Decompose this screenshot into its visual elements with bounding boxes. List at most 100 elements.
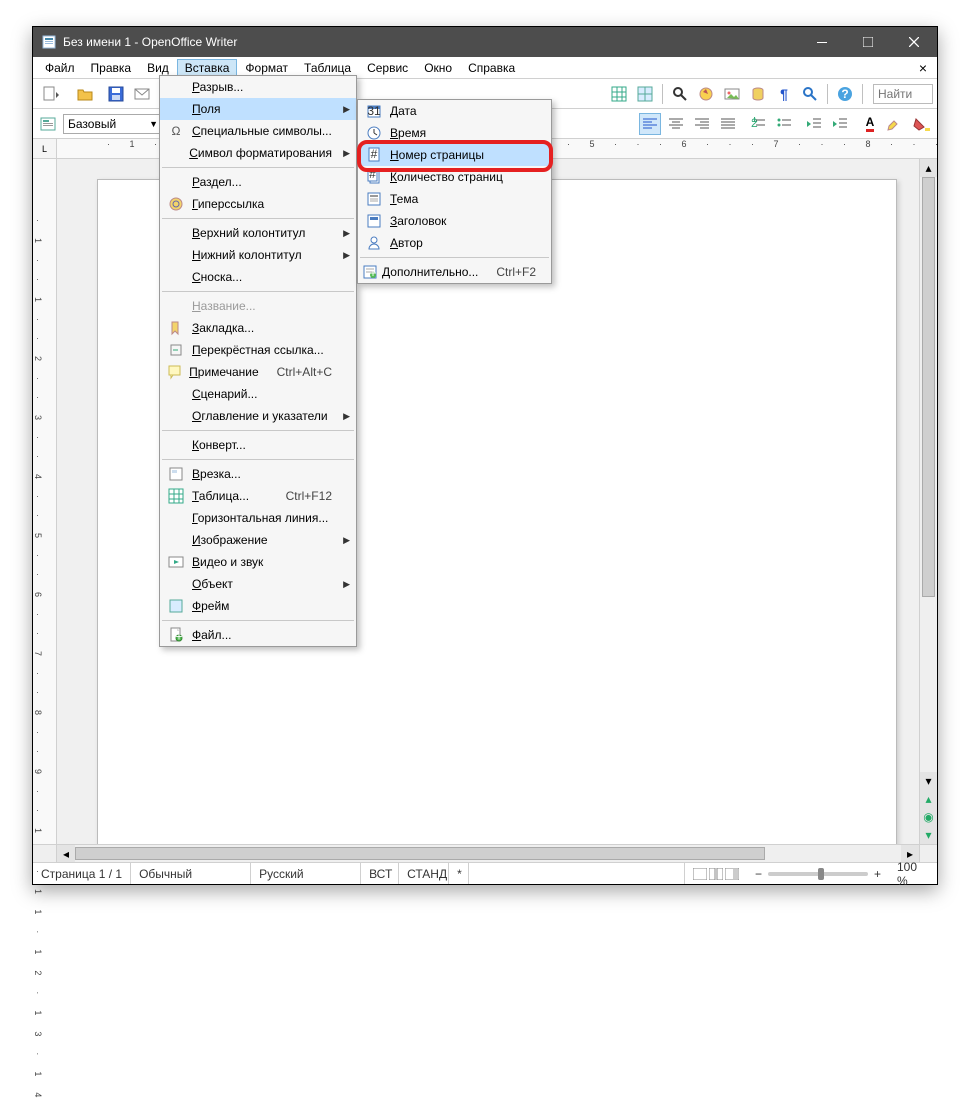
- menu-item-label: Дополнительно...: [378, 265, 478, 279]
- status-page[interactable]: Страница 1 / 1: [33, 863, 131, 884]
- align-left-button[interactable]: [639, 113, 661, 135]
- svg-text:+: +: [175, 630, 182, 644]
- email-button[interactable]: [131, 83, 153, 105]
- insert-item-23[interactable]: Горизонтальная линия...: [160, 507, 356, 529]
- insert-item-19[interactable]: Конверт...: [160, 434, 356, 456]
- insert-item-29[interactable]: +Файл...: [160, 624, 356, 646]
- align-justify-button[interactable]: [717, 113, 739, 135]
- insert-item-10[interactable]: Сноска...: [160, 266, 356, 288]
- grid-button[interactable]: [634, 83, 656, 105]
- insert-item-2[interactable]: ΩСпециальные символы...: [160, 120, 356, 142]
- insert-item-5[interactable]: Раздел...: [160, 171, 356, 193]
- next-page-button[interactable]: ▾: [920, 826, 937, 844]
- fields-item-2[interactable]: #Номер страницы: [358, 144, 551, 166]
- insert-menu-dropdown: Разрыв...Поля▶ΩСпециальные символы...Сим…: [159, 75, 357, 647]
- insert-item-8[interactable]: Верхний колонтитул▶: [160, 222, 356, 244]
- save-button[interactable]: [105, 83, 127, 105]
- status-zoom-slider[interactable]: −+: [747, 863, 889, 884]
- menu-tools[interactable]: Сервис: [359, 59, 416, 77]
- insert-item-14[interactable]: Перекрёстная ссылка...: [160, 339, 356, 361]
- insert-item-0[interactable]: Разрыв...: [160, 76, 356, 98]
- datasources-button[interactable]: [747, 83, 769, 105]
- close-button[interactable]: [891, 27, 937, 57]
- decrease-indent-button[interactable]: [803, 113, 825, 135]
- document-close-button[interactable]: ×: [913, 60, 933, 76]
- menu-file[interactable]: Файл: [37, 59, 83, 77]
- fields-item-5[interactable]: Заголовок: [358, 210, 551, 232]
- numbered-list-button[interactable]: 12: [747, 113, 769, 135]
- menu-window[interactable]: Окно: [416, 59, 460, 77]
- maximize-button[interactable]: [845, 27, 891, 57]
- table-button[interactable]: [608, 83, 630, 105]
- prev-page-button[interactable]: ▴: [920, 790, 937, 808]
- menu-separator: [360, 257, 549, 258]
- bullet-list-button[interactable]: [773, 113, 795, 135]
- fields-item-1[interactable]: Время: [358, 122, 551, 144]
- align-right-button[interactable]: [691, 113, 713, 135]
- menu-edit[interactable]: Правка: [83, 59, 140, 77]
- fields-item-8[interactable]: +Дополнительно...Ctrl+F2: [358, 261, 551, 283]
- nonprint-button[interactable]: ¶: [773, 83, 795, 105]
- insert-item-27[interactable]: Фрейм: [160, 595, 356, 617]
- insert-item-6[interactable]: Гиперссылка: [160, 193, 356, 215]
- fields-item-4[interactable]: Тема: [358, 188, 551, 210]
- font-color-button[interactable]: A: [859, 113, 881, 135]
- increase-indent-button[interactable]: [829, 113, 851, 135]
- horizontal-scrollbar[interactable]: ◂ ▸: [57, 845, 919, 862]
- align-center-button[interactable]: [665, 113, 687, 135]
- insert-item-24[interactable]: Изображение▶: [160, 529, 356, 551]
- menu-view[interactable]: Вид: [139, 59, 177, 77]
- hscroll-track[interactable]: [75, 845, 901, 862]
- menu-insert[interactable]: Вставка: [177, 59, 238, 77]
- insert-item-13[interactable]: Закладка...: [160, 317, 356, 339]
- menu-help[interactable]: Справка: [460, 59, 523, 77]
- menu-table[interactable]: Таблица: [296, 59, 359, 77]
- insert-item-9[interactable]: Нижний колонтитул▶: [160, 244, 356, 266]
- scroll-left-button[interactable]: ◂: [57, 845, 75, 862]
- highlight-button[interactable]: [885, 113, 907, 135]
- vertical-ruler[interactable]: ·1··1··2··3··4··5··6··7··8··9··10·11·12·…: [33, 159, 57, 844]
- insert-item-17[interactable]: Оглавление и указатели▶: [160, 405, 356, 427]
- scroll-down-button[interactable]: ▾: [920, 772, 937, 790]
- find-input[interactable]: [873, 84, 933, 104]
- fields-item-0[interactable]: 31Дата: [358, 100, 551, 122]
- new-doc-button[interactable]: [37, 83, 67, 105]
- status-insert[interactable]: ВСТ: [361, 863, 399, 884]
- navigator-button[interactable]: [695, 83, 717, 105]
- fields-item-6[interactable]: Автор: [358, 232, 551, 254]
- status-language[interactable]: Русский: [251, 863, 361, 884]
- fields-item-3[interactable]: #Количество страниц: [358, 166, 551, 188]
- frame-icon: [164, 466, 188, 482]
- ruler-corner: L: [33, 139, 57, 158]
- insert-item-22[interactable]: Таблица...Ctrl+F12: [160, 485, 356, 507]
- status-selmode[interactable]: СТАНД: [399, 863, 449, 884]
- para-style-combo[interactable]: Базовый▼: [63, 114, 163, 134]
- insert-item-21[interactable]: Врезка...: [160, 463, 356, 485]
- insert-item-16[interactable]: Сценарий...: [160, 383, 356, 405]
- menu-item-label: Раздел...: [188, 175, 332, 189]
- insert-item-15[interactable]: ПримечаниеCtrl+Alt+C: [160, 361, 356, 383]
- find-button[interactable]: [669, 83, 691, 105]
- status-style[interactable]: Обычный: [131, 863, 251, 884]
- insert-item-25[interactable]: Видео и звук: [160, 551, 356, 573]
- styles-button[interactable]: [37, 113, 59, 135]
- open-button[interactable]: [71, 83, 101, 105]
- vscroll-thumb[interactable]: [922, 177, 935, 597]
- zoom-button[interactable]: [799, 83, 821, 105]
- vertical-scrollbar[interactable]: ▴ ▾ ▴ ◉ ▾: [919, 159, 937, 844]
- bgcolor-button[interactable]: [911, 113, 933, 135]
- status-modified[interactable]: *: [449, 863, 469, 884]
- insert-item-3[interactable]: Символ форматирования▶: [160, 142, 356, 164]
- status-zoom[interactable]: 100 %: [889, 863, 937, 884]
- gallery-button[interactable]: [721, 83, 743, 105]
- status-viewlayout[interactable]: [685, 863, 747, 884]
- menu-format[interactable]: Формат: [237, 59, 296, 77]
- help-button[interactable]: ?: [834, 83, 856, 105]
- minimize-button[interactable]: [799, 27, 845, 57]
- insert-item-26[interactable]: Объект▶: [160, 573, 356, 595]
- vscroll-track[interactable]: [920, 177, 937, 772]
- nav-button[interactable]: ◉: [920, 808, 937, 826]
- insert-item-1[interactable]: Поля▶: [160, 98, 356, 120]
- hscroll-thumb[interactable]: [75, 847, 765, 860]
- scroll-up-button[interactable]: ▴: [920, 159, 937, 177]
